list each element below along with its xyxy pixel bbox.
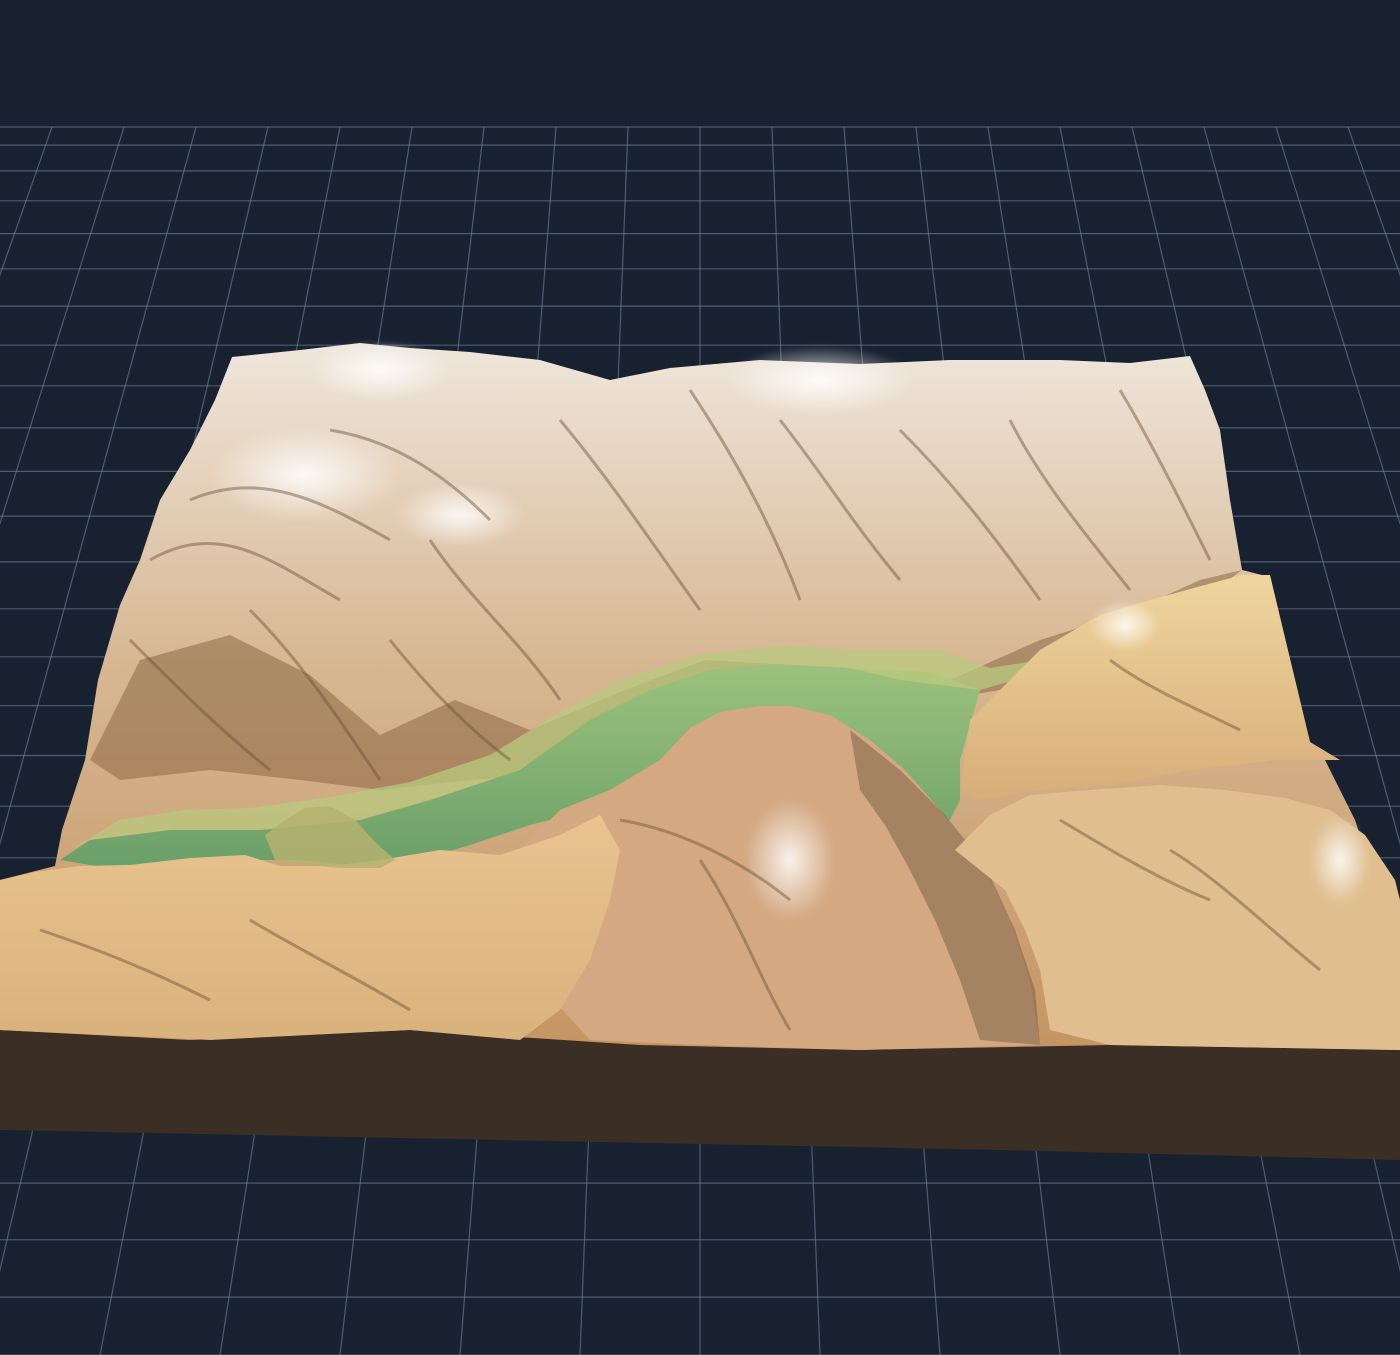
snow-cap-center-peak (745, 800, 835, 920)
terrain-model[interactable] (0, 340, 1400, 1160)
grid-line-vertical (0, 126, 53, 277)
snow-cap-northeast (725, 345, 915, 415)
snow-cap-far-east (1310, 815, 1370, 905)
terrain-viewport[interactable] (0, 0, 1400, 1355)
snow-cap-north (310, 340, 450, 400)
terrain-scene[interactable] (0, 0, 1400, 1355)
grid-line-vertical (1347, 126, 1400, 277)
terrain-base (0, 1030, 1400, 1160)
snow-cap-east (1090, 599, 1160, 651)
